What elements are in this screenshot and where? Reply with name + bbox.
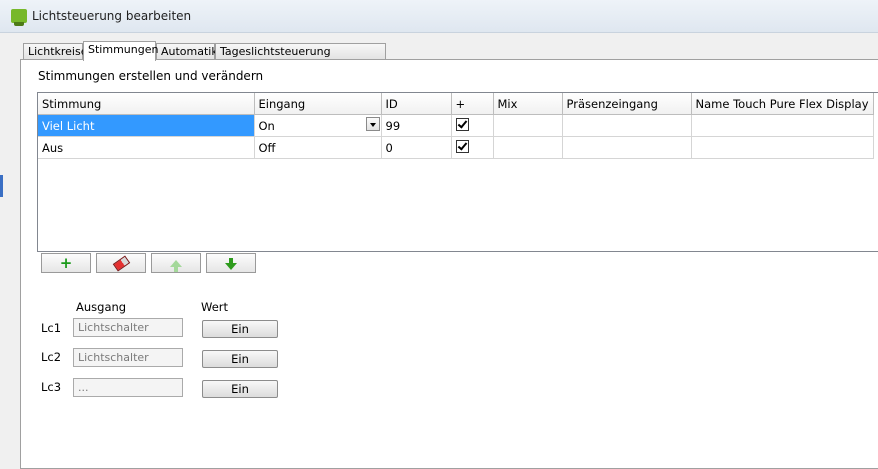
cell-touch-name[interactable] [691, 136, 874, 159]
cell-mix[interactable] [493, 114, 563, 137]
header-ausgang: Ausgang [76, 300, 127, 314]
move-down-button[interactable] [206, 253, 256, 273]
column-header-touch-name[interactable]: Name Touch Pure Flex Display [691, 93, 874, 115]
tab-panel-stimmungen: Stimmungen erstellen und verändern Stimm… [20, 59, 878, 469]
app-icon [11, 9, 27, 26]
cell-plus [451, 114, 494, 137]
stimmungen-grid[interactable]: Stimmung Eingang ID + Mix Präsenzeingang… [37, 92, 878, 252]
column-header-eingang[interactable]: Eingang [254, 93, 382, 115]
plus-checkbox[interactable] [455, 118, 469, 131]
title-bar: Lichtsteuerung bearbeiten [0, 0, 878, 33]
ein-button-lc3[interactable]: Ein [202, 380, 278, 398]
move-up-button[interactable] [151, 253, 201, 273]
cell-touch-name[interactable] [691, 114, 874, 137]
plus-icon: + [59, 253, 73, 272]
tab-tageslichtsteuerung[interactable]: Tageslichtsteuerung Einstellungen [215, 43, 386, 74]
output-label-lc2: Lc2 [41, 350, 62, 364]
arrow-down-icon [225, 257, 237, 270]
table-row[interactable]: Aus Off 0 [38, 136, 874, 159]
column-header-plus[interactable]: + [451, 93, 494, 115]
output-label-lc3: Lc3 [41, 380, 62, 394]
eingang-value: On [258, 118, 275, 133]
cell-stimmung[interactable]: Aus [38, 136, 255, 159]
cell-praesenzeingang[interactable] [562, 114, 692, 137]
cell-id[interactable]: 0 [381, 136, 452, 159]
window-title: Lichtsteuerung bearbeiten [32, 9, 192, 23]
output-field-lc2[interactable]: Lichtschalter [73, 348, 183, 367]
column-header-stimmung[interactable]: Stimmung [38, 93, 255, 115]
cell-id[interactable]: 99 [381, 114, 452, 137]
grid-header-row: Stimmung Eingang ID + Mix Präsenzeingang… [38, 93, 874, 115]
tab-automatik[interactable]: Automatik [156, 43, 218, 59]
output-field-lc3[interactable]: ... [73, 378, 183, 397]
cell-eingang[interactable]: Off [254, 136, 382, 159]
output-field-lc1[interactable]: Lichtschalter [73, 318, 183, 337]
header-wert: Wert [201, 300, 229, 314]
ein-button-lc1[interactable]: Ein [202, 320, 278, 338]
cell-plus [451, 136, 494, 159]
eraser-icon [112, 255, 130, 271]
cell-praesenzeingang[interactable] [562, 136, 692, 159]
output-label-lc1: Lc1 [41, 321, 62, 335]
section-title: Stimmungen erstellen und verändern [38, 69, 264, 83]
dropdown-arrow-icon[interactable] [365, 117, 380, 131]
arrow-up-icon [170, 259, 182, 272]
plus-checkbox[interactable] [455, 140, 469, 153]
cell-mix[interactable] [493, 136, 563, 159]
table-row[interactable]: Viel Licht On 99 [38, 114, 874, 137]
window-edge-highlight [0, 175, 3, 197]
column-header-id[interactable]: ID [381, 93, 452, 115]
tab-lichtkreise[interactable]: Lichtkreise [23, 43, 88, 59]
column-header-mix[interactable]: Mix [493, 93, 563, 115]
ein-button-lc2[interactable]: Ein [202, 350, 278, 368]
cell-stimmung[interactable]: Viel Licht [38, 114, 255, 137]
delete-button[interactable] [96, 253, 146, 273]
tab-stimmungen[interactable]: Stimmungen [83, 41, 158, 61]
add-button[interactable]: + [41, 253, 91, 273]
cell-eingang-dropdown[interactable]: On [254, 114, 382, 137]
column-header-praesenzeingang[interactable]: Präsenzeingang [562, 93, 692, 115]
